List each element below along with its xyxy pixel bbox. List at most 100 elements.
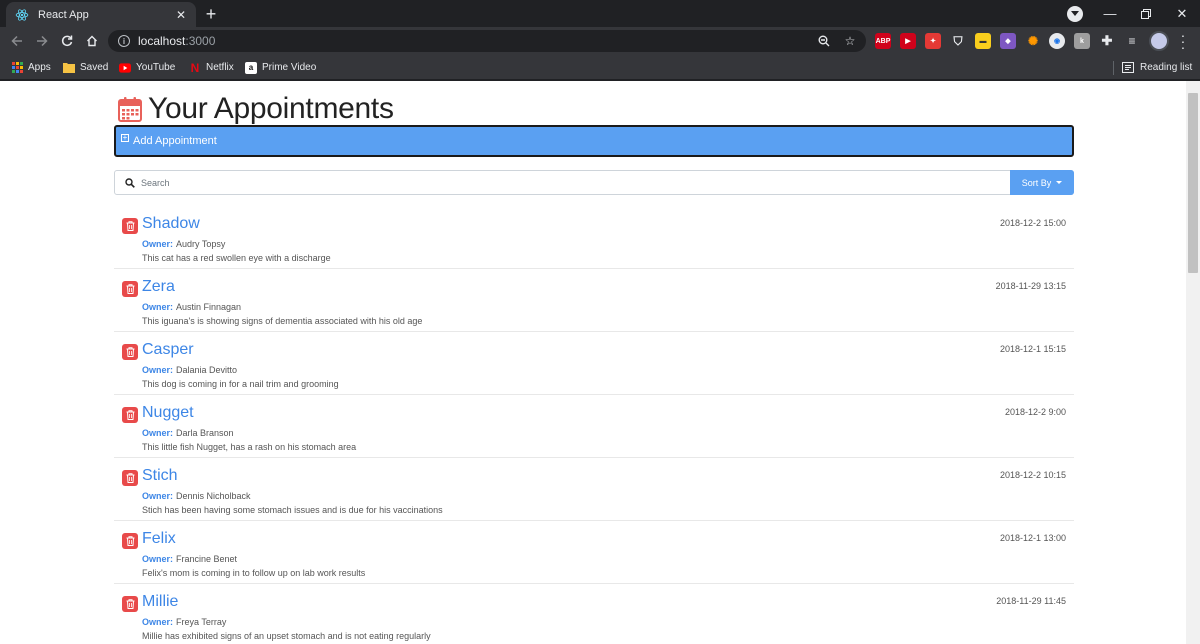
reading-list-button[interactable]: Reading list [1122, 59, 1192, 76]
owner-line: Owner: Audry Topsy [142, 239, 225, 249]
sort-by-label: Sort By [1021, 177, 1052, 188]
owner-name: Austin Finnagan [176, 302, 242, 312]
bookmark-apps[interactable]: Apps [11, 59, 51, 76]
ext-red2-icon[interactable]: ✦ [925, 33, 941, 49]
bookmark-star-icon[interactable]: ☆ [842, 33, 858, 49]
browser-menu-icon[interactable]: · · · [1178, 28, 1188, 54]
ext-red-icon[interactable]: ▶ [900, 33, 916, 49]
folder-icon [63, 62, 75, 74]
appointment-date: 2018-12-1 15:15 [999, 344, 1066, 354]
appointment-item: Zera 2018-11-29 13:15 Owner: Austin Finna… [114, 269, 1074, 332]
new-tab-icon[interactable]: + [200, 3, 222, 25]
bookmark-prime-video[interactable]: a Prime Video [245, 59, 316, 76]
owner-line: Owner: Darla Branson [142, 428, 234, 438]
delete-button[interactable] [122, 407, 138, 423]
owner-label: Owner: [142, 554, 174, 564]
appointment-item: Shadow 2018-12-2 15:00 Owner: Audry Topsy… [114, 206, 1074, 269]
owner-line: Owner: Francine Benet [142, 554, 237, 564]
minimize-icon[interactable]: — [1092, 0, 1128, 27]
zoom-icon[interactable] [816, 33, 832, 49]
appointment-notes: Millie has exhibited signs of an upset s… [142, 631, 431, 641]
caret-down-icon [1056, 181, 1063, 184]
appointment-notes: Stich has been having some stomach issue… [142, 505, 443, 515]
ext-circle-icon[interactable]: ◉ [1049, 33, 1065, 49]
close-window-icon[interactable]: ✕ [1164, 0, 1200, 27]
reload-icon[interactable] [56, 30, 78, 52]
ext-shield-icon[interactable]: ⛉ [950, 33, 966, 49]
page-viewport: Your Appointments + Add Appointment Sort… [0, 81, 1186, 644]
bookmark-label: Saved [80, 62, 109, 73]
bookmark-label: Apps [28, 62, 51, 73]
add-appointment-label: Add Appointment [133, 135, 217, 147]
pet-name[interactable]: Zera [142, 278, 175, 296]
page-scrollbar[interactable] [1186, 81, 1200, 644]
url-host: localhost [138, 34, 186, 48]
sort-by-dropdown[interactable]: Sort By [1010, 170, 1074, 195]
site-info-icon[interactable]: i [118, 35, 130, 47]
tab-close-icon[interactable]: ✕ [174, 8, 188, 22]
ext-purple-icon[interactable]: ◆ [1000, 33, 1016, 49]
react-icon [14, 7, 30, 23]
tab-strip: React App ✕ + — ✕ [0, 0, 1200, 27]
delete-button[interactable] [122, 470, 138, 486]
owner-label: Owner: [142, 491, 174, 501]
trash-icon [126, 347, 134, 357]
owner-label: Owner: [142, 365, 174, 375]
pet-name[interactable]: Millie [142, 593, 178, 611]
pet-name[interactable]: Nugget [142, 404, 194, 422]
home-icon[interactable] [81, 30, 103, 52]
trash-icon [126, 410, 134, 420]
appointment-notes: This iguana's is showing signs of dement… [142, 316, 423, 326]
netflix-icon: N [190, 60, 200, 75]
delete-button[interactable] [122, 596, 138, 612]
ext-yellow-icon[interactable]: ▬ [975, 33, 991, 49]
owner-name: Francine Benet [176, 554, 238, 564]
address-bar[interactable]: i localhost:3000 ☆ [108, 30, 866, 52]
search-input[interactable] [141, 171, 1010, 194]
back-icon[interactable] [6, 30, 28, 52]
appointment-date: 2018-12-2 10:15 [999, 470, 1066, 480]
delete-button[interactable] [122, 281, 138, 297]
ext-colorful-icon[interactable]: ✺ [1025, 33, 1041, 49]
pet-name[interactable]: Stich [142, 467, 178, 485]
trash-icon [126, 536, 134, 546]
tab-title: React App [38, 8, 89, 21]
bookmark-netflix[interactable]: N Netflix [189, 59, 234, 76]
trash-icon [126, 599, 134, 609]
restore-icon[interactable] [1128, 0, 1164, 27]
owner-line: Owner: Dalania Devitto [142, 365, 237, 375]
delete-button[interactable] [122, 344, 138, 360]
appointment-notes: Felix's mom is coming in to follow up on… [142, 568, 366, 578]
owner-label: Owner: [142, 302, 174, 312]
appointment-date: 2018-11-29 13:15 [995, 281, 1066, 291]
owner-label: Owner: [142, 617, 174, 627]
owner-line: Owner: Austin Finnagan [142, 302, 241, 312]
appointment-item: Stich 2018-12-2 10:15 Owner: Dennis Nicho… [114, 458, 1074, 521]
delete-button[interactable] [122, 533, 138, 549]
reading-list-icon [1122, 62, 1134, 74]
amazon-icon: a [245, 61, 257, 74]
browser-tab[interactable]: React App ✕ [6, 2, 196, 27]
forward-icon[interactable] [31, 30, 53, 52]
owner-name: Dennis Nicholback [176, 491, 251, 501]
scrollbar-thumb[interactable] [1188, 93, 1198, 273]
media-queue-icon[interactable]: ≡ [1124, 33, 1140, 49]
appointment-date: 2018-12-2 9:00 [1004, 407, 1066, 417]
profile-avatar[interactable] [1149, 31, 1169, 51]
extensions-puzzle-icon[interactable]: ✚ [1099, 33, 1115, 49]
page-header: Your Appointments [114, 81, 1074, 131]
pet-name[interactable]: Shadow [142, 215, 200, 233]
bookmark-label: YouTube [136, 62, 176, 73]
adblock-plus-icon[interactable]: ABP [875, 33, 891, 49]
ext-gray-icon[interactable]: k [1074, 33, 1090, 49]
bookmark-youtube[interactable]: YouTube [119, 59, 175, 76]
bookmark-saved[interactable]: Saved [63, 59, 108, 76]
tab-search-icon[interactable] [1067, 6, 1083, 22]
owner-line: Owner: Dennis Nicholback [142, 491, 251, 501]
delete-button[interactable] [122, 218, 138, 234]
owner-label: Owner: [142, 239, 174, 249]
pet-name[interactable]: Casper [142, 341, 194, 359]
app-container: Your Appointments + Add Appointment Sort… [114, 81, 1074, 641]
pet-name[interactable]: Felix [142, 530, 176, 548]
add-appointment-button[interactable]: + Add Appointment [114, 125, 1074, 157]
